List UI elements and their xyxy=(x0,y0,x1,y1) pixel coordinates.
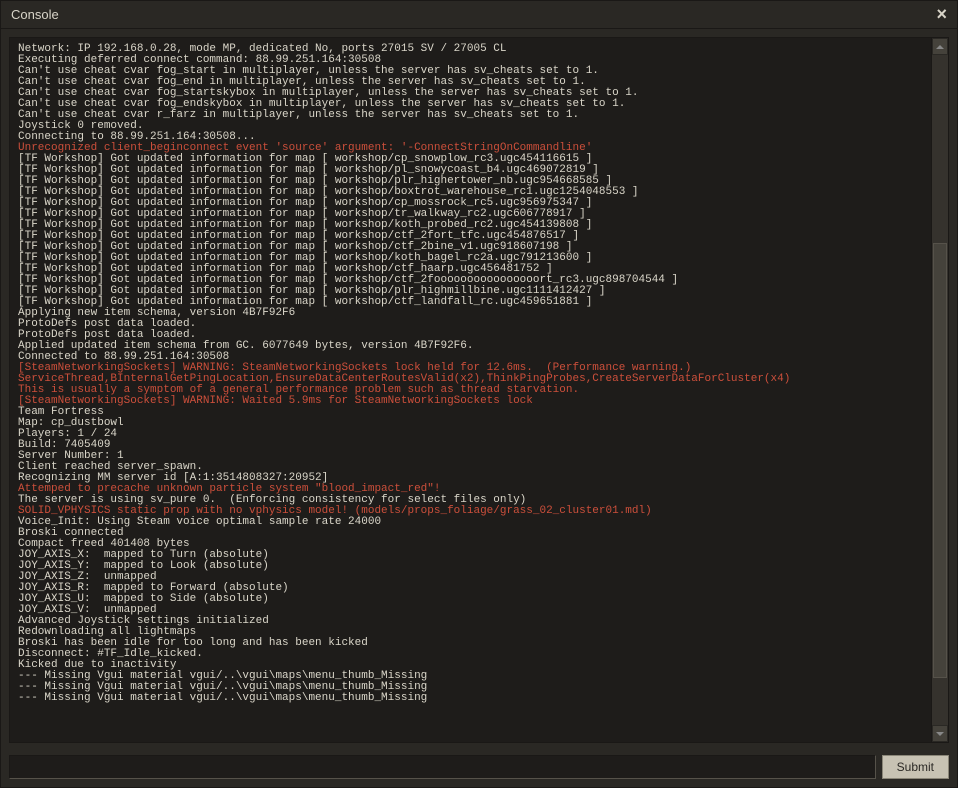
output-container: Network: IP 192.168.0.28, mode MP, dedic… xyxy=(9,37,949,743)
command-input[interactable] xyxy=(9,755,876,779)
console-line: Can't use cheat cvar r_farz in multiplay… xyxy=(18,110,923,121)
scroll-up-icon[interactable] xyxy=(932,38,948,55)
scroll-track[interactable] xyxy=(932,55,948,725)
console-line: Players: 1 / 24 xyxy=(18,429,923,440)
console-line: Build: 7405409 xyxy=(18,440,923,451)
console-body: Network: IP 192.168.0.28, mode MP, dedic… xyxy=(1,29,957,747)
console-line: Team Fortress xyxy=(18,407,923,418)
submit-button[interactable]: Submit xyxy=(882,755,949,779)
close-icon[interactable]: × xyxy=(936,4,947,25)
window-header[interactable]: Console × xyxy=(1,1,957,29)
console-output[interactable]: Network: IP 192.168.0.28, mode MP, dedic… xyxy=(10,38,931,742)
scrollbar[interactable] xyxy=(931,38,948,742)
scroll-thumb[interactable] xyxy=(933,243,947,679)
window-title: Console xyxy=(11,7,59,22)
console-window: Console × Network: IP 192.168.0.28, mode… xyxy=(0,0,958,788)
console-line: Map: cp_dustbowl xyxy=(18,418,923,429)
console-line: Voice_Init: Using Steam voice optimal sa… xyxy=(18,517,923,528)
scroll-down-icon[interactable] xyxy=(932,725,948,742)
console-line: --- Missing Vgui material vgui/..\vgui\m… xyxy=(18,693,923,704)
input-row: Submit xyxy=(1,747,957,787)
console-line: [SteamNetworkingSockets] WARNING: Waited… xyxy=(18,396,923,407)
